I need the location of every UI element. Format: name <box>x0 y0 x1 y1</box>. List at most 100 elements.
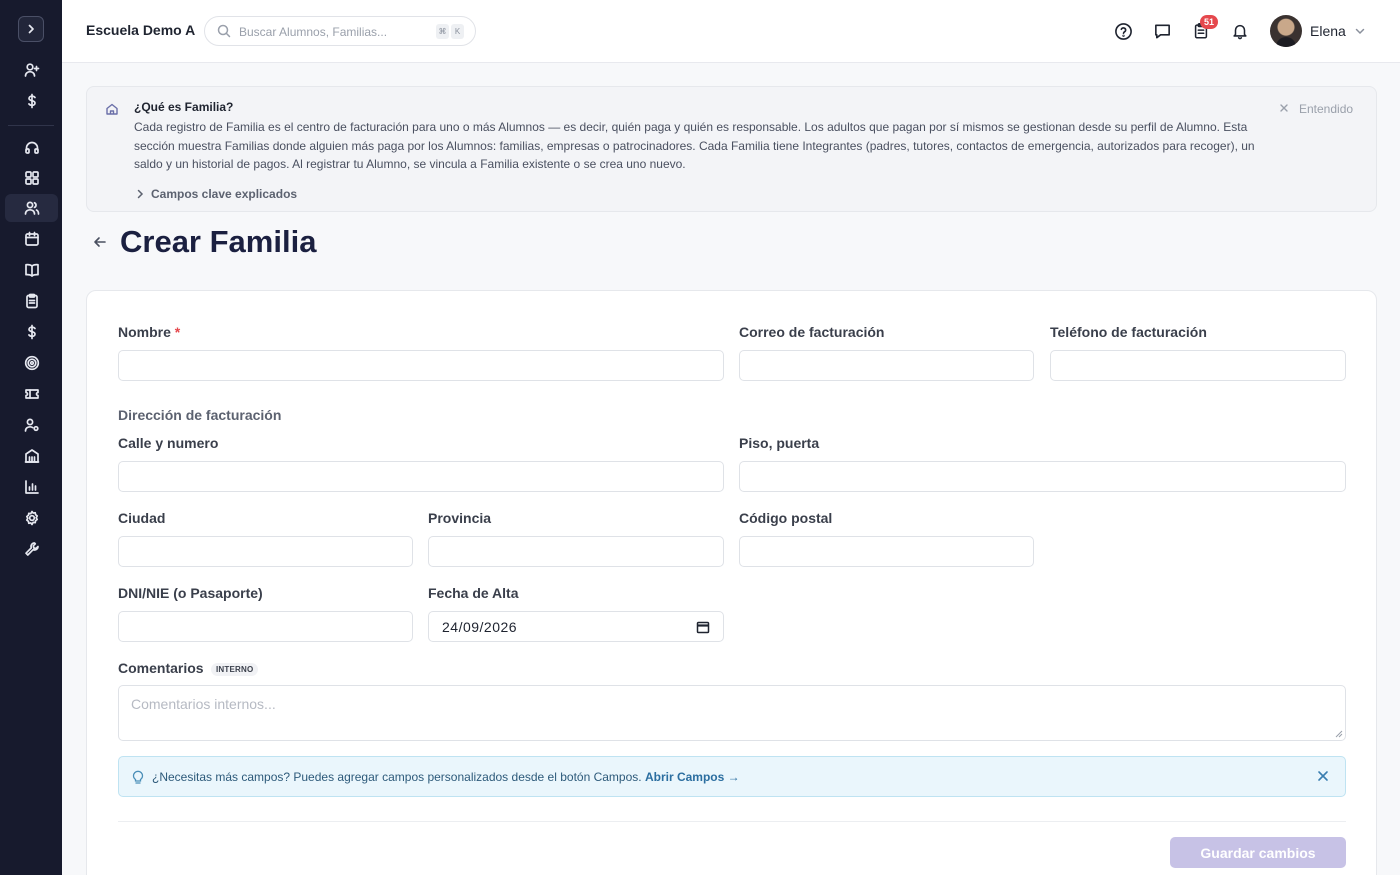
sidebar-item-reports[interactable] <box>5 473 58 501</box>
required-mark: * <box>174 324 181 340</box>
billing-address-section: Dirección de facturación <box>118 407 282 423</box>
sidebar-item-billing[interactable] <box>5 318 58 346</box>
target-icon <box>24 355 39 371</box>
top-header: Escuela Demo A Buscar Alumnos, Familias.… <box>62 0 1400 63</box>
page-title: Crear Familia <box>120 224 317 259</box>
close-icon[interactable] <box>1279 103 1289 113</box>
billing-email-label: Correo de facturación <box>739 324 885 340</box>
search-icon <box>217 24 231 38</box>
sidebar <box>0 0 62 875</box>
family-form-card: Nombre * Correo de facturación Teléfono … <box>86 290 1377 875</box>
key-fields-toggle[interactable]: Campos clave explicados <box>151 187 297 201</box>
building-icon <box>24 449 39 463</box>
book-icon <box>24 263 39 277</box>
lightbulb-icon <box>132 770 144 784</box>
resize-handle-icon[interactable] <box>1335 730 1343 738</box>
chevron-down-icon[interactable] <box>1354 25 1366 37</box>
chart-icon <box>24 480 39 494</box>
internal-tag: INTERNO <box>211 663 259 676</box>
help-icon <box>1114 22 1132 40</box>
chevron-right-icon <box>28 24 34 34</box>
province-field[interactable] <box>428 536 724 567</box>
sidebar-item-tasks[interactable] <box>5 287 58 315</box>
comments-placeholder: Comentarios internos... <box>131 696 276 712</box>
school-name: Escuela Demo A <box>86 22 196 38</box>
tasks-count-badge: 51 <box>1200 15 1219 29</box>
city-label: Ciudad <box>118 510 166 526</box>
sidebar-item-dashboard[interactable] <box>5 164 58 192</box>
sidebar-item-payments[interactable] <box>5 87 58 115</box>
billing-phone-label: Teléfono de facturación <box>1050 324 1207 340</box>
search-placeholder: Buscar Alumnos, Familias... <box>239 25 388 39</box>
sidebar-item-settings[interactable] <box>5 504 58 532</box>
street-field[interactable] <box>118 461 724 492</box>
sidebar-item-courses[interactable] <box>5 256 58 284</box>
clipboard-icon <box>25 293 38 309</box>
users-icon <box>24 201 39 215</box>
messages-button[interactable] <box>1151 20 1173 42</box>
sidebar-item-support[interactable] <box>5 134 58 162</box>
close-icon[interactable] <box>1317 770 1329 782</box>
sidebar-item-school[interactable] <box>5 442 58 470</box>
tip-text: ¿Necesitas más campos? Puedes agregar ca… <box>152 770 740 784</box>
info-description: Cada registro de Familia es el centro de… <box>134 120 1255 171</box>
sidebar-item-staff[interactable] <box>5 411 58 439</box>
search-input[interactable]: Buscar Alumnos, Familias... ⌘ K <box>204 16 476 46</box>
sidebar-item-families[interactable] <box>5 194 58 222</box>
divider <box>118 821 1346 822</box>
user-name[interactable]: Elena <box>1310 23 1346 39</box>
sidebar-item-tickets[interactable] <box>5 380 58 408</box>
save-button[interactable]: Guardar cambios <box>1170 837 1346 868</box>
signup-date-value: 24/09/2026 <box>442 619 518 635</box>
home-icon <box>106 103 118 115</box>
shortcut-key-cmd: ⌘ <box>436 24 449 39</box>
name-label: Nombre * <box>118 324 180 340</box>
notifications-button[interactable] <box>1229 20 1251 42</box>
postal-code-label: Código postal <box>739 510 833 526</box>
dismiss-info-button[interactable]: Entendido <box>1299 102 1353 116</box>
signup-date-field[interactable]: 24/09/2026 <box>428 611 724 642</box>
shortcut-key-k: K <box>451 24 464 39</box>
settings-icon <box>25 510 38 526</box>
billing-email-field[interactable] <box>739 350 1034 381</box>
sidebar-divider <box>8 125 54 126</box>
tip-message: ¿Necesitas más campos? Puedes agregar ca… <box>152 770 642 784</box>
back-arrow-icon[interactable] <box>92 234 108 250</box>
city-field[interactable] <box>118 536 413 567</box>
dollar-icon <box>27 93 36 109</box>
province-label: Provincia <box>428 510 492 526</box>
floor-label: Piso, puerta <box>739 435 820 451</box>
chat-icon <box>1154 24 1170 38</box>
sidebar-item-add-user[interactable] <box>5 56 58 84</box>
user-gear-icon <box>24 418 39 432</box>
sidebar-item-tools[interactable] <box>5 535 58 563</box>
ticket-icon <box>24 389 39 399</box>
postal-code-field[interactable] <box>739 536 1034 567</box>
add-user-icon <box>24 63 39 77</box>
dashboard-icon <box>24 171 39 185</box>
help-button[interactable] <box>1112 20 1134 42</box>
headset-icon <box>24 141 39 154</box>
street-label: Calle y numero <box>118 435 219 451</box>
id-document-label: DNI/NIE (o Pasaporte) <box>118 585 263 601</box>
avatar[interactable] <box>1270 15 1302 47</box>
sidebar-item-goals[interactable] <box>5 349 58 377</box>
sidebar-item-calendar[interactable] <box>5 225 58 253</box>
info-title: ¿Qué es Familia? <box>134 100 234 114</box>
id-document-field[interactable] <box>118 611 413 642</box>
name-field[interactable] <box>118 350 724 381</box>
calendar-icon[interactable] <box>696 620 710 634</box>
calendar-icon <box>24 231 39 246</box>
comments-textarea[interactable]: Comentarios internos... <box>118 685 1346 741</box>
name-label-text: Nombre <box>118 324 171 340</box>
billing-phone-field[interactable] <box>1050 350 1346 381</box>
chevron-right-icon[interactable] <box>134 188 146 200</box>
wrench-icon <box>24 542 39 556</box>
custom-fields-tip: ¿Necesitas más campos? Puedes agregar ca… <box>118 756 1346 797</box>
dollar-icon <box>27 324 36 340</box>
floor-field[interactable] <box>739 461 1346 492</box>
comments-label: Comentarios <box>118 660 204 676</box>
signup-date-label: Fecha de Alta <box>428 585 519 601</box>
sidebar-toggle-button[interactable] <box>18 16 44 42</box>
open-fields-link[interactable]: Abrir Campos → <box>645 770 740 784</box>
